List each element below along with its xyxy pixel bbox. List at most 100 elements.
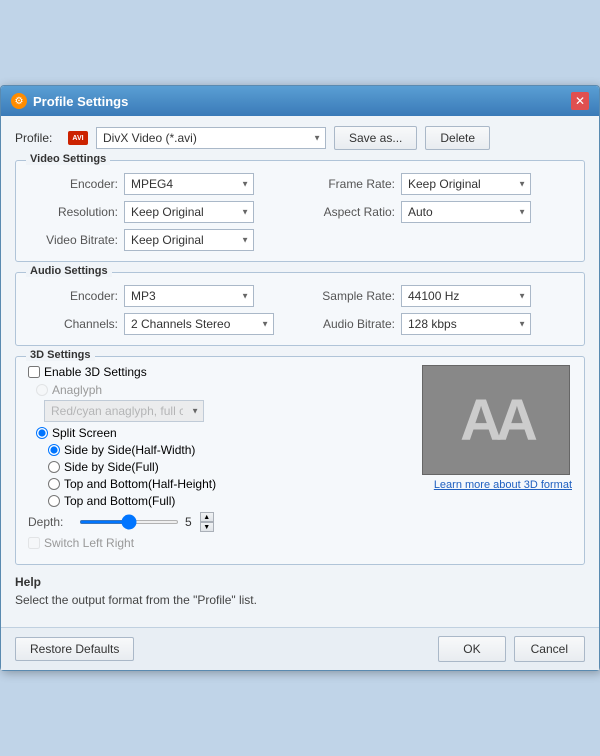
top-bottom-half-label: Top and Bottom(Half-Height) — [64, 477, 216, 491]
help-title: Help — [15, 575, 585, 589]
encoder-select-wrapper: MPEG4 — [124, 173, 254, 195]
switch-lr-checkbox[interactable] — [28, 537, 40, 549]
enable-3d-label: Enable 3D Settings — [44, 365, 147, 379]
video-bitrate-field: Video Bitrate: Keep Original — [28, 229, 572, 251]
three-d-right: AA Learn more about 3D format — [422, 365, 572, 554]
side-by-side-half-row: Side by Side(Half-Width) — [48, 443, 412, 457]
anaglyph-select[interactable]: Red/cyan anaglyph, full color — [44, 400, 204, 422]
switch-lr-row: Switch Left Right — [28, 536, 412, 550]
depth-spinner: ▲ ▼ — [200, 512, 214, 532]
three-d-content: Enable 3D Settings Anaglyph Red/cyan ana… — [28, 365, 572, 554]
channels-select[interactable]: 2 Channels Stereo — [124, 313, 274, 335]
anaglyph-label: Anaglyph — [52, 383, 102, 397]
depth-up-button[interactable]: ▲ — [200, 512, 214, 522]
sample-rate-field: Sample Rate: 44100 Hz — [305, 285, 572, 307]
resolution-field: Resolution: Keep Original — [28, 201, 295, 223]
audio-bitrate-select[interactable]: 128 kbps — [401, 313, 531, 335]
top-bottom-full-radio[interactable] — [48, 495, 60, 507]
profile-select[interactable]: DivX Video (*.avi) — [96, 127, 326, 149]
channels-label: Channels: — [28, 317, 118, 331]
learn-more-link[interactable]: Learn more about 3D format — [422, 479, 572, 491]
sample-rate-select[interactable]: 44100 Hz — [401, 285, 531, 307]
footer-right: OK Cancel — [438, 636, 585, 662]
anaglyph-radio-row: Anaglyph — [36, 383, 412, 397]
video-bitrate-select[interactable]: Keep Original — [124, 229, 254, 251]
side-by-side-full-row: Side by Side(Full) — [48, 460, 412, 474]
encoder-select[interactable]: MPEG4 — [124, 173, 254, 195]
depth-label: Depth: — [28, 515, 73, 529]
aspect-ratio-label: Aspect Ratio: — [305, 205, 395, 219]
audio-bitrate-field: Audio Bitrate: 128 kbps — [305, 313, 572, 335]
ok-button[interactable]: OK — [438, 636, 505, 662]
dialog-title: Profile Settings — [33, 94, 128, 109]
channels-select-wrapper: 2 Channels Stereo — [124, 313, 274, 335]
profile-settings-dialog: ⚙ Profile Settings ✕ Profile: AVI DivX V… — [0, 85, 600, 671]
top-bottom-half-radio[interactable] — [48, 478, 60, 490]
top-bottom-full-row: Top and Bottom(Full) — [48, 494, 412, 508]
three-d-left: Enable 3D Settings Anaglyph Red/cyan ana… — [28, 365, 412, 554]
sample-rate-select-wrapper: 44100 Hz — [401, 285, 531, 307]
cancel-button[interactable]: Cancel — [514, 636, 585, 662]
avi-icon: AVI — [68, 131, 88, 145]
profile-label: Profile: — [15, 131, 60, 145]
close-button[interactable]: ✕ — [571, 92, 589, 110]
restore-defaults-button[interactable]: Restore Defaults — [15, 637, 134, 661]
audio-bitrate-select-wrapper: 128 kbps — [401, 313, 531, 335]
audio-encoder-select[interactable]: MP3 — [124, 285, 254, 307]
side-by-side-half-label: Side by Side(Half-Width) — [64, 443, 195, 457]
help-text: Select the output format from the "Profi… — [15, 593, 585, 607]
anaglyph-radio[interactable] — [36, 384, 48, 396]
enable-3d-checkbox[interactable] — [28, 366, 40, 378]
aspect-ratio-select-wrapper: Auto — [401, 201, 531, 223]
aa-preview: AA — [422, 365, 570, 475]
side-by-side-full-label: Side by Side(Full) — [64, 460, 159, 474]
top-bottom-half-row: Top and Bottom(Half-Height) — [48, 477, 412, 491]
video-settings-grid: Encoder: MPEG4 Frame Rate: Keep Original — [28, 173, 572, 223]
frame-rate-select[interactable]: Keep Original — [401, 173, 531, 195]
top-bottom-full-label: Top and Bottom(Full) — [64, 494, 175, 508]
frame-rate-select-wrapper: Keep Original — [401, 173, 531, 195]
profile-select-wrapper: DivX Video (*.avi) — [96, 127, 326, 149]
split-screen-radio[interactable] — [36, 427, 48, 439]
video-settings-title: Video Settings — [26, 153, 110, 165]
enable-3d-row: Enable 3D Settings — [28, 365, 412, 379]
title-bar: ⚙ Profile Settings ✕ — [1, 86, 599, 116]
audio-settings-section: Audio Settings Encoder: MP3 Sample Rate:… — [15, 272, 585, 346]
profile-select-area: AVI DivX Video (*.avi) — [68, 127, 326, 149]
aspect-ratio-select[interactable]: Auto — [401, 201, 531, 223]
video-settings-section: Video Settings Encoder: MPEG4 Frame Rate… — [15, 160, 585, 262]
three-d-settings-section: 3D Settings Enable 3D Settings Anaglyph — [15, 356, 585, 565]
video-bitrate-label: Video Bitrate: — [28, 233, 118, 247]
split-screen-radio-row: Split Screen — [36, 426, 412, 440]
dialog-footer: Restore Defaults OK Cancel — [1, 627, 599, 670]
encoder-label: Encoder: — [28, 177, 118, 191]
three-d-settings-title: 3D Settings — [26, 349, 95, 361]
resolution-select[interactable]: Keep Original — [124, 201, 254, 223]
help-section: Help Select the output format from the "… — [15, 575, 585, 607]
audio-settings-title: Audio Settings — [26, 265, 112, 277]
anaglyph-select-row: Red/cyan anaglyph, full color — [44, 400, 412, 422]
channels-field: Channels: 2 Channels Stereo — [28, 313, 295, 335]
resolution-label: Resolution: — [28, 205, 118, 219]
side-by-side-half-radio[interactable] — [48, 444, 60, 456]
video-bitrate-select-wrapper: Keep Original — [124, 229, 254, 251]
save-as-button[interactable]: Save as... — [334, 126, 417, 150]
sample-rate-label: Sample Rate: — [305, 289, 395, 303]
aa-preview-text: AA — [460, 387, 532, 454]
depth-down-button[interactable]: ▼ — [200, 522, 214, 532]
depth-row: Depth: 5 ▲ ▼ — [28, 512, 412, 532]
split-screen-label: Split Screen — [52, 426, 117, 440]
side-by-side-full-radio[interactable] — [48, 461, 60, 473]
depth-slider[interactable] — [79, 520, 179, 524]
title-bar-left: ⚙ Profile Settings — [11, 93, 128, 109]
aspect-ratio-field: Aspect Ratio: Auto — [305, 201, 572, 223]
audio-encoder-field: Encoder: MP3 — [28, 285, 295, 307]
dialog-icon: ⚙ — [11, 93, 27, 109]
audio-settings-grid: Encoder: MP3 Sample Rate: 44100 Hz — [28, 285, 572, 335]
resolution-select-wrapper: Keep Original — [124, 201, 254, 223]
frame-rate-field: Frame Rate: Keep Original — [305, 173, 572, 195]
audio-encoder-label: Encoder: — [28, 289, 118, 303]
depth-value: 5 — [185, 515, 192, 529]
delete-button[interactable]: Delete — [425, 126, 490, 150]
audio-bitrate-label: Audio Bitrate: — [305, 317, 395, 331]
